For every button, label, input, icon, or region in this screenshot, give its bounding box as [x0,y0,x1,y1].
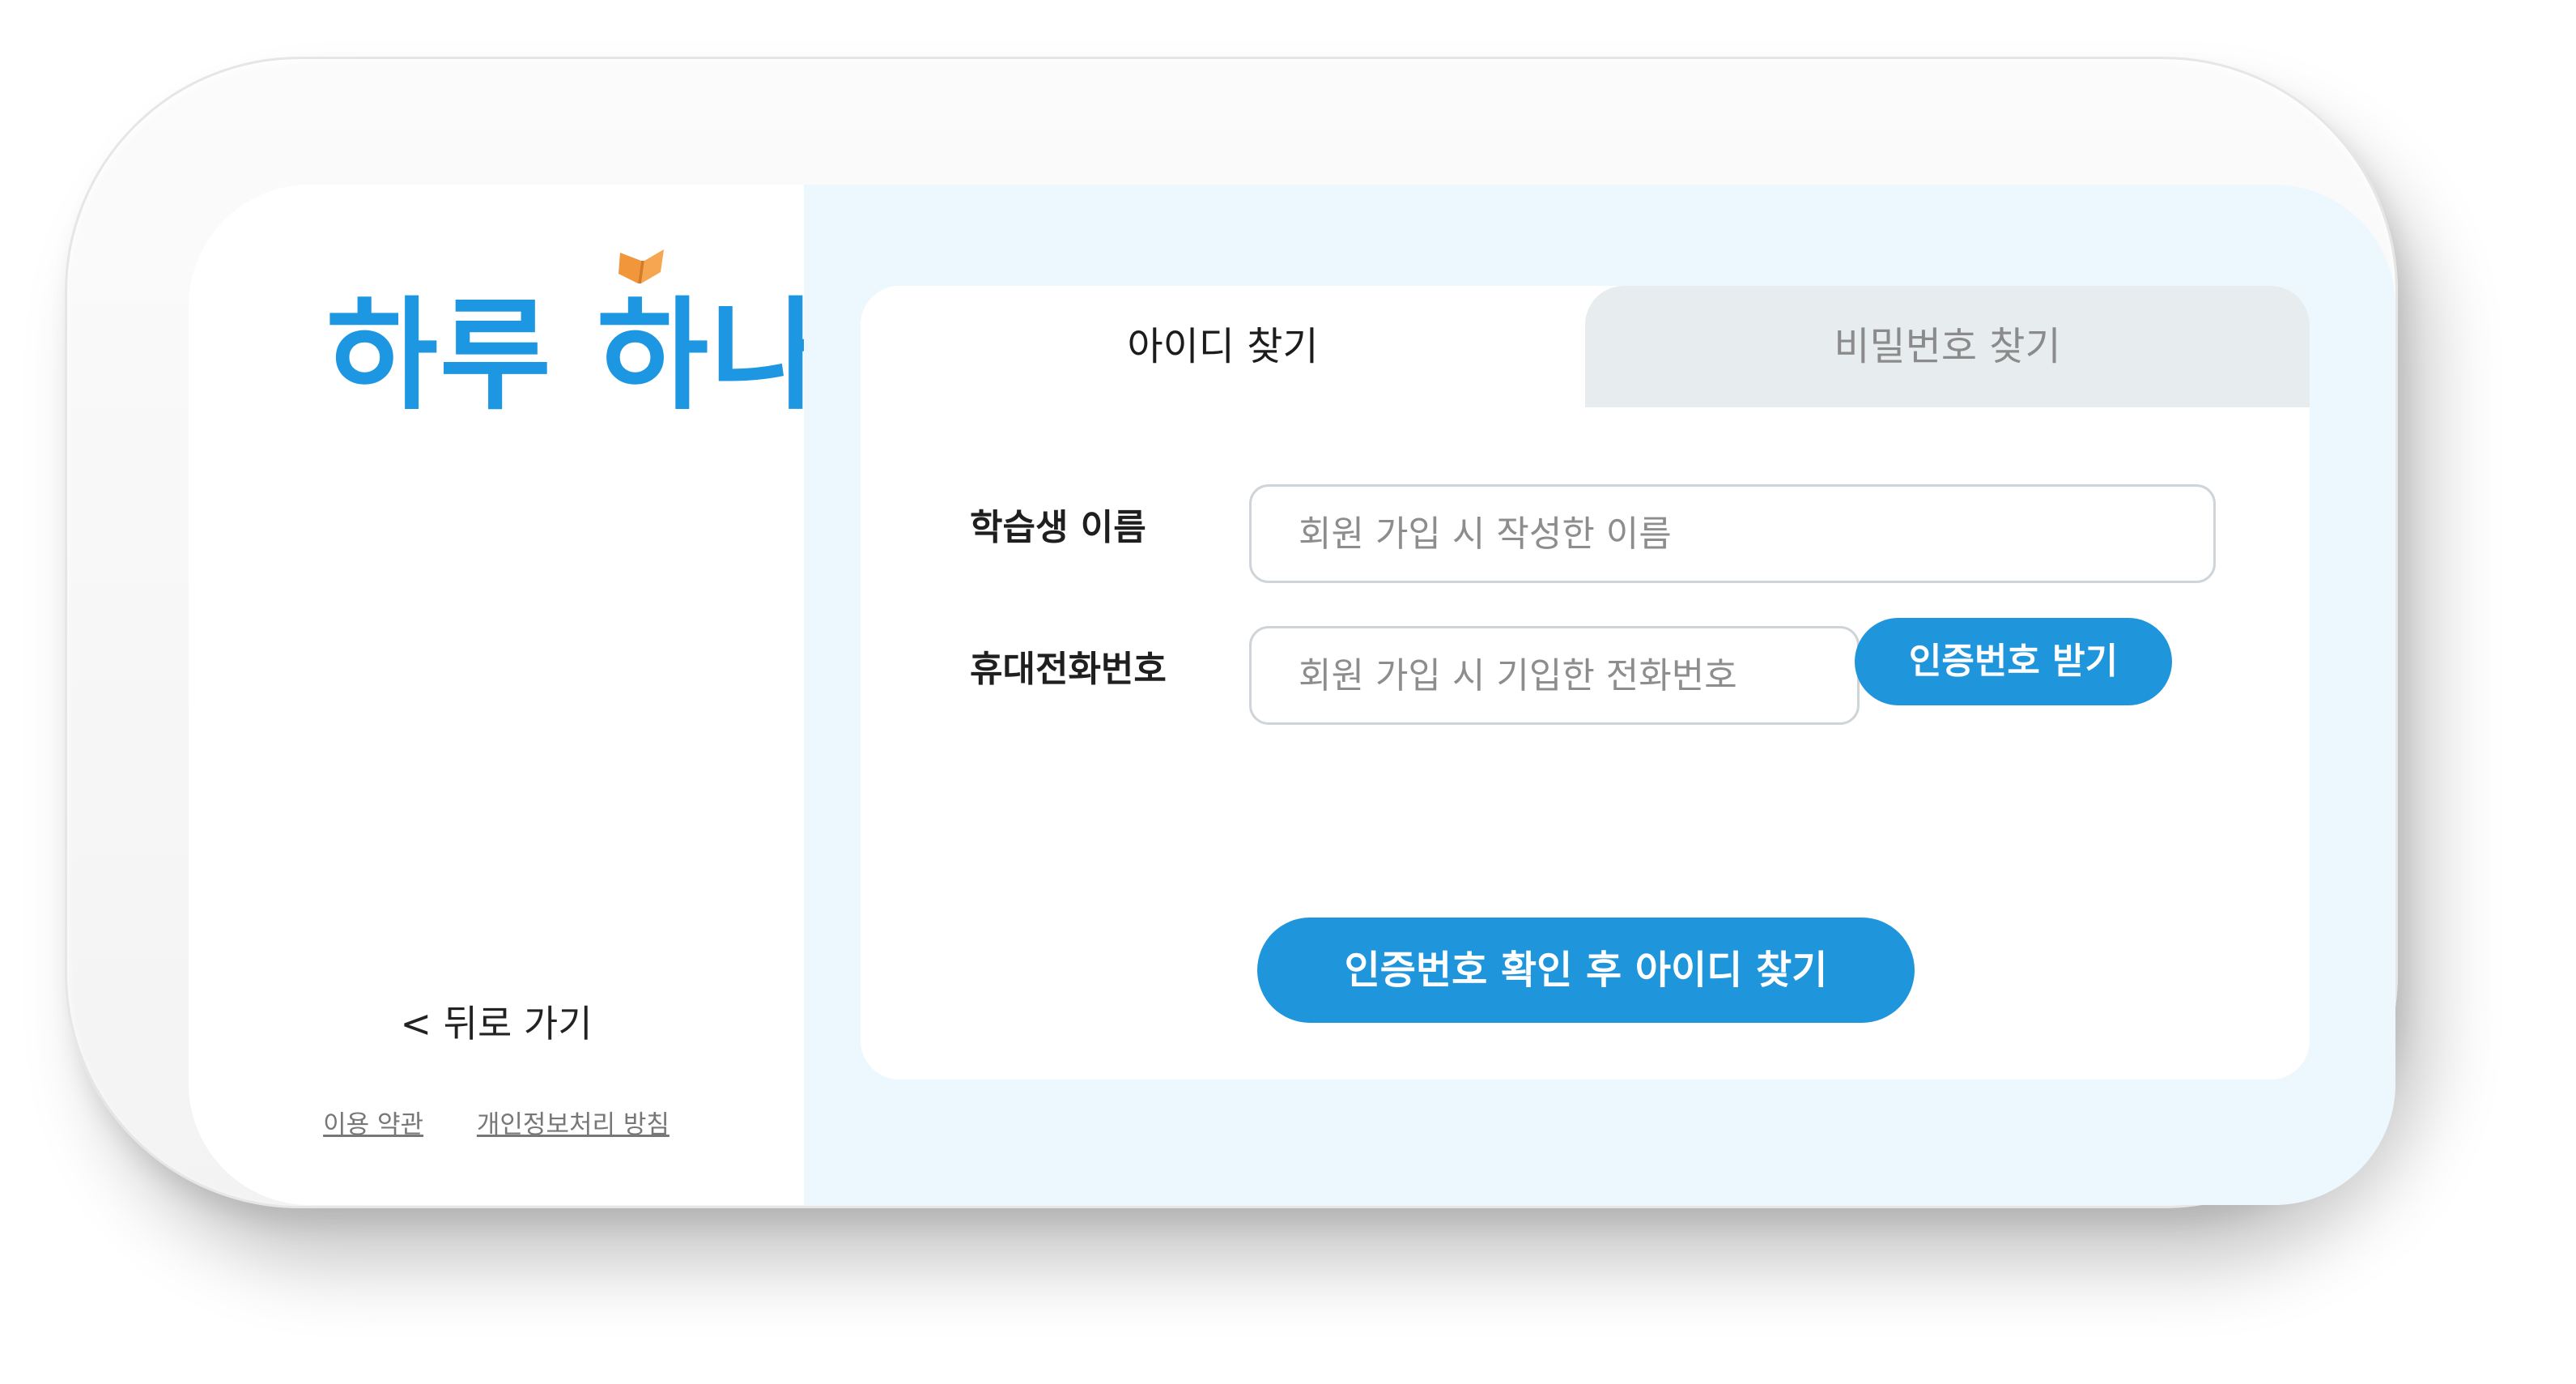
logo-text: 하루 하나 [326,286,824,427]
open-book-icon [618,249,664,283]
device-frame: 하루 하나 < 뒤로 가기 이용 약관 개인정보처리 방침 비밀번호 찾기 아이… [65,57,2398,1208]
phone-label: 휴대전화번호 [970,649,1167,690]
tab-find-password[interactable]: 비밀번호 찾기 [1585,286,2310,407]
request-code-button[interactable]: 인증번호 받기 [1855,618,2172,705]
back-link[interactable]: < 뒤로 가기 [189,994,804,1048]
phone-number-input[interactable] [1249,626,1860,725]
name-label: 학습생 이름 [970,507,1146,548]
find-account-card: 비밀번호 찾기 아이디 찾기 학습생 이름 휴대전화번호 인증번호 받기 인증번… [861,286,2310,1080]
sidebar: 하루 하나 < 뒤로 가기 이용 약관 개인정보처리 방침 [189,185,822,1205]
tab-find-id[interactable]: 아이디 찾기 [861,286,1585,407]
terms-link[interactable]: 이용 약관 [323,1110,423,1139]
main-panel: 비밀번호 찾기 아이디 찾기 학습생 이름 휴대전화번호 인증번호 받기 인증번… [804,185,2395,1205]
brand-logo: 하루 하나 [326,241,822,436]
privacy-policy-link[interactable]: 개인정보처리 방침 [477,1110,670,1139]
verify-and-find-id-button[interactable]: 인증번호 확인 후 아이디 찾기 [1257,918,1915,1023]
app-screen: 하루 하나 < 뒤로 가기 이용 약관 개인정보처리 방침 비밀번호 찾기 아이… [189,185,2395,1205]
student-name-input[interactable] [1249,484,2216,583]
footer-links: 이용 약관 개인정보처리 방침 [189,1104,804,1140]
